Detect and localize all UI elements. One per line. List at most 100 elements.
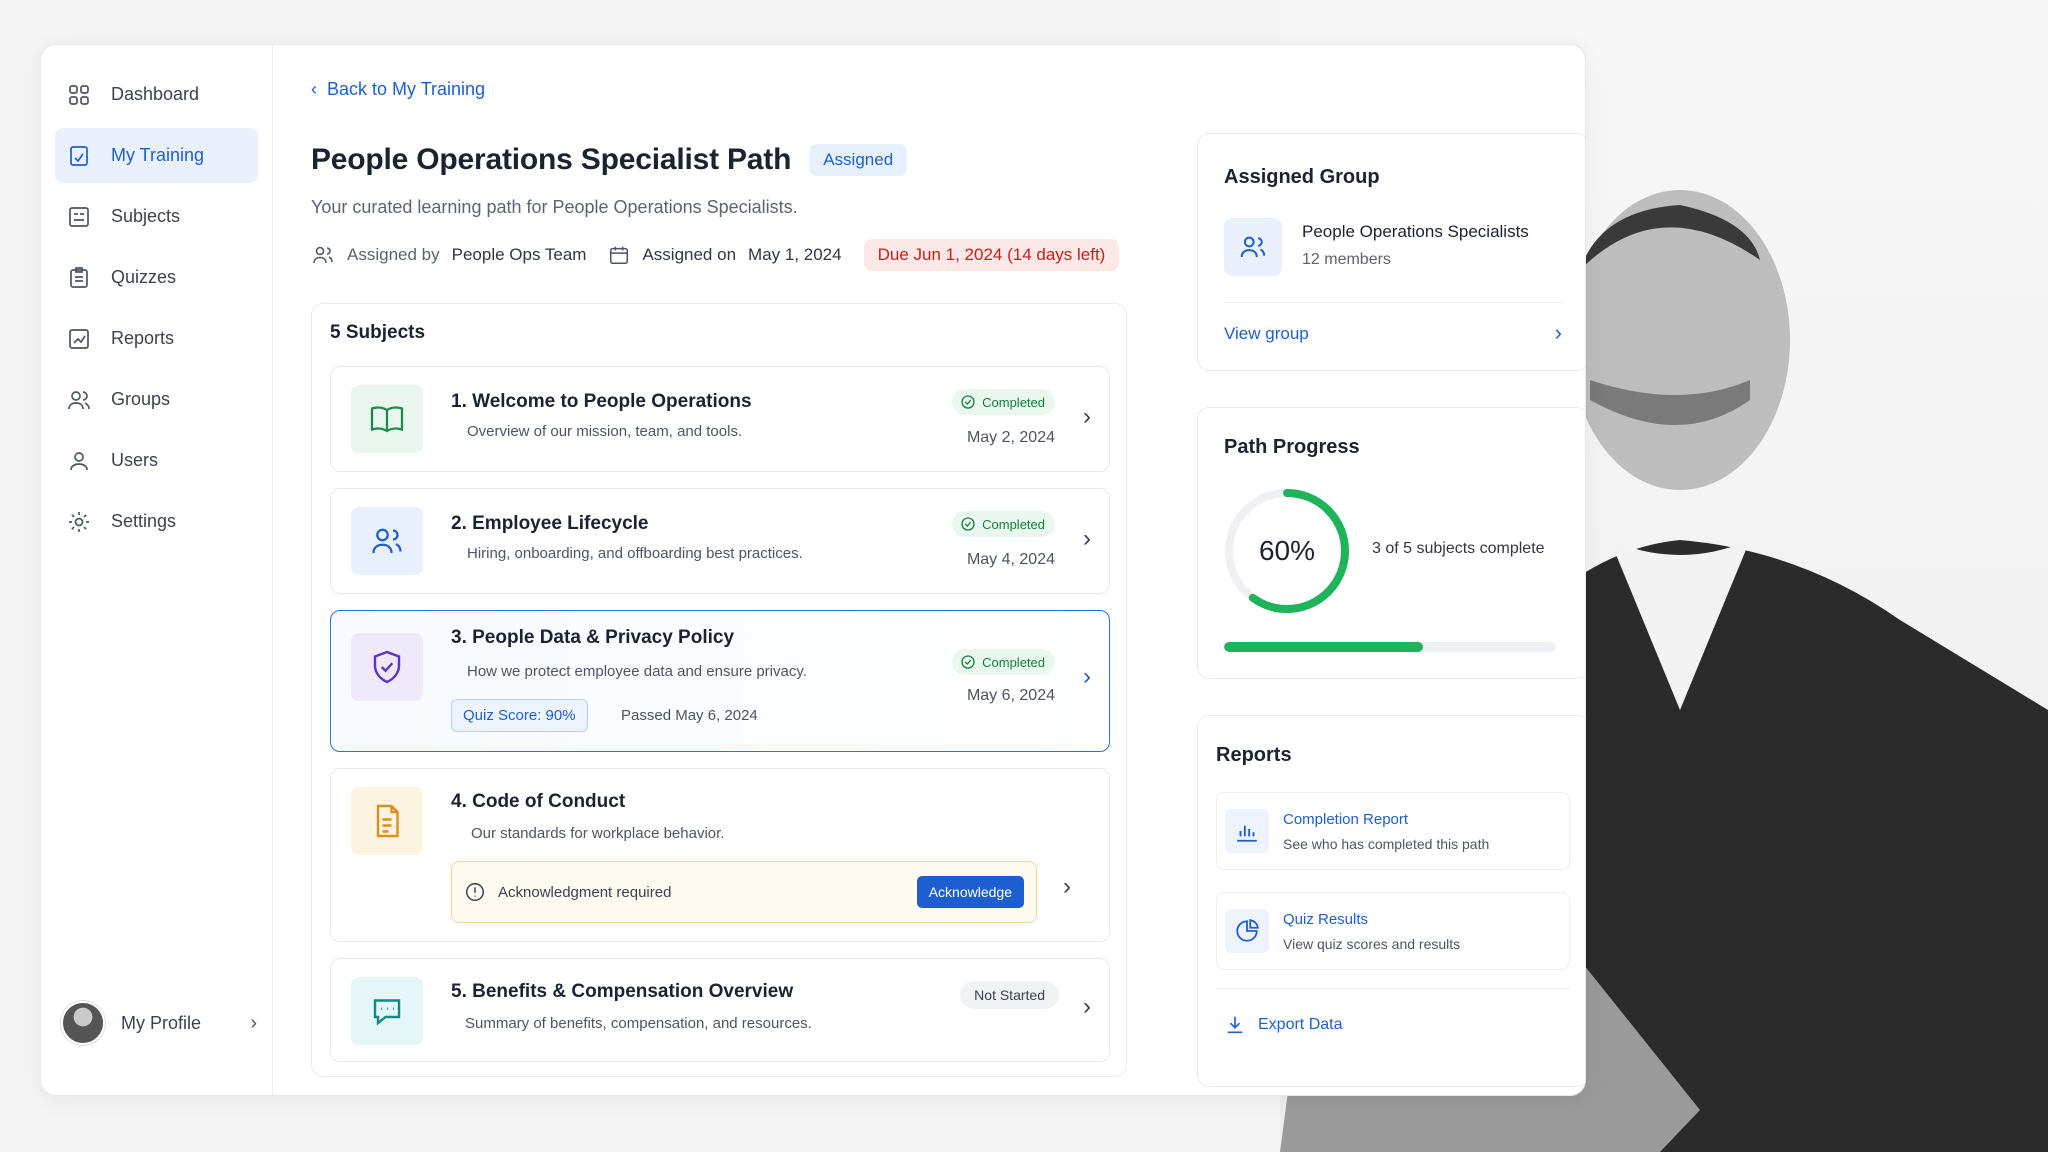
subject-title: 2. Employee Lifecycle: [451, 513, 649, 534]
subjects-count: 5 Subjects: [330, 322, 426, 343]
chevron-right-icon[interactable]: ›: [1083, 663, 1091, 691]
chart-icon: [69, 328, 89, 349]
report-title: Completion Report: [1283, 811, 1409, 828]
report-item-completion[interactable]: Completion Report See who has completed …: [1216, 792, 1570, 870]
page-subtitle: Your curated learning path for People Op…: [311, 197, 798, 217]
subject-card[interactable]: 2. Employee Lifecycle Hiring, onboarding…: [330, 488, 1110, 594]
assigned-on-prefix: Assigned on: [642, 245, 737, 264]
sidebar-item-my-training[interactable]: My Training: [55, 128, 258, 183]
subject-card[interactable]: 5. Benefits & Compensation Overview Summ…: [330, 958, 1110, 1062]
progress-percent: 60%: [1258, 535, 1316, 566]
subject-title: 3. People Data & Privacy Policy: [451, 627, 735, 648]
sidebar: Dashboard My Training Subjects Quizzes R…: [41, 45, 273, 1095]
grid-icon: [69, 84, 89, 105]
sidebar-item-label: Subjects: [111, 206, 181, 226]
download-icon: [1227, 1016, 1243, 1034]
subject-card[interactable]: 4. Code of Conduct Our standards for wor…: [330, 768, 1110, 942]
divider: [1224, 302, 1564, 303]
title-row: People Operations Specialist Path Assign…: [311, 143, 908, 177]
assigned-by: Assigned by People Ops Team: [311, 243, 586, 267]
status-badge: Not Started: [960, 981, 1059, 1009]
sidebar-item-reports[interactable]: Reports: [55, 311, 258, 366]
app-window: Dashboard My Training Subjects Quizzes R…: [40, 44, 1586, 1096]
acknowledge-button[interactable]: Acknowledge: [916, 876, 1024, 908]
due-date-badge: Due Jun 1, 2024 (14 days left): [863, 239, 1120, 271]
subject-description: Summary of benefits, compensation, and r…: [465, 1015, 812, 1032]
export-label: Export Data: [1258, 1016, 1343, 1033]
assignment-meta: Assigned by People Ops Team Assigned on …: [311, 239, 1120, 271]
assigned-on: Assigned on May 1, 2024: [608, 244, 842, 266]
sidebar-item-label: My Training: [111, 145, 205, 165]
sidebar-item-quizzes[interactable]: Quizzes: [55, 250, 258, 305]
passed-date: Passed May 6, 2024: [621, 707, 758, 724]
subject-title: 1. Welcome to People Operations: [451, 391, 752, 412]
chevron-right-icon: ›: [250, 1011, 257, 1034]
report-title: Quiz Results: [1283, 911, 1369, 928]
sidebar-item-label: Reports: [111, 328, 175, 348]
export-data-button[interactable]: Export Data: [1224, 1014, 1342, 1036]
report-description: View quiz scores and results: [1283, 936, 1461, 952]
chevron-right-icon[interactable]: ›: [1555, 320, 1562, 346]
subject-card[interactable]: 3. People Data & Privacy Policy How we p…: [330, 610, 1110, 752]
subject-card[interactable]: 1. Welcome to People Operations Overview…: [330, 366, 1110, 472]
group-members: 12 members: [1302, 251, 1391, 268]
assigned-by-prefix: Assigned by: [347, 245, 440, 264]
check-circle-icon: [961, 395, 975, 409]
divider: [1216, 988, 1570, 989]
completion-date: May 6, 2024: [966, 687, 1055, 704]
chevron-left-icon: ‹: [311, 79, 317, 99]
view-group-link[interactable]: View group: [1224, 324, 1309, 344]
status-badge: Assigned: [809, 144, 908, 176]
sidebar-item-label: Groups: [111, 389, 171, 409]
card-title: Reports: [1216, 744, 1292, 766]
groups-icon: [68, 390, 90, 409]
sidebar-item-dashboard[interactable]: Dashboard: [55, 67, 258, 122]
card-title: Path Progress: [1224, 436, 1360, 458]
chevron-right-icon[interactable]: ›: [1083, 403, 1091, 431]
subjects-panel: 5 Subjects 1. Welcome to People Operatio…: [311, 303, 1127, 1077]
sidebar-item-users[interactable]: Users: [55, 433, 258, 488]
back-link[interactable]: ‹ Back to My Training: [311, 79, 485, 100]
group-name: People Operations Specialists: [1302, 222, 1529, 241]
sidebar-item-groups[interactable]: Groups: [55, 372, 258, 427]
completion-date: May 2, 2024: [966, 429, 1055, 446]
completed-badge: Completed: [952, 511, 1055, 537]
profile-menu[interactable]: My Profile ›: [61, 1001, 257, 1045]
chat-icon: [351, 977, 423, 1045]
training-icon: [70, 145, 88, 166]
quiz-icon: [70, 266, 88, 288]
acknowledgment-banner: Acknowledgment required Acknowledge: [451, 861, 1037, 923]
progress-bar: [1224, 642, 1556, 652]
sidebar-item-settings[interactable]: Settings: [55, 494, 258, 549]
progress-summary: 3 of 5 subjects complete: [1372, 540, 1545, 557]
assigned-on-value: May 1, 2024: [748, 245, 842, 264]
sidebar-item-subjects[interactable]: Subjects: [55, 189, 258, 244]
acknowledgment-text: Acknowledgment required: [498, 883, 672, 901]
report-item-quiz-results[interactable]: Quiz Results View quiz scores and result…: [1216, 892, 1570, 970]
calendar-icon: [610, 246, 629, 264]
bar-chart-icon: [1225, 809, 1269, 853]
book-icon: [351, 385, 423, 453]
subject-title: 4. Code of Conduct: [451, 791, 626, 812]
sidebar-item-label: Users: [111, 450, 159, 470]
sidebar-item-label: Settings: [111, 511, 177, 531]
quiz-score-badge: Quiz Score: 90%: [451, 699, 588, 732]
progress-bar-fill: [1224, 642, 1424, 652]
gear-icon: [69, 511, 89, 532]
subject-description: Hiring, onboarding, and offboarding best…: [467, 545, 803, 562]
pie-chart-icon: [1225, 909, 1269, 953]
chevron-right-icon[interactable]: ›: [1083, 525, 1091, 553]
card-title: Assigned Group: [1224, 166, 1380, 188]
info-icon: [466, 883, 484, 901]
chevron-right-icon[interactable]: ›: [1083, 993, 1091, 1021]
subject-description: Our standards for workplace behavior.: [471, 825, 725, 842]
avatar: [61, 1001, 105, 1045]
check-circle-icon: [961, 655, 975, 669]
subject-title: 5. Benefits & Compensation Overview: [451, 981, 794, 1002]
group-icon: [1224, 218, 1282, 276]
subject-description: How we protect employee data and ensure …: [467, 663, 807, 680]
check-circle-icon: [961, 517, 975, 531]
chevron-right-icon[interactable]: ›: [1063, 873, 1071, 901]
path-progress-card: Path Progress 60% 3 of 5 subjects comple…: [1197, 407, 1585, 679]
status-label: Completed: [982, 654, 1045, 670]
